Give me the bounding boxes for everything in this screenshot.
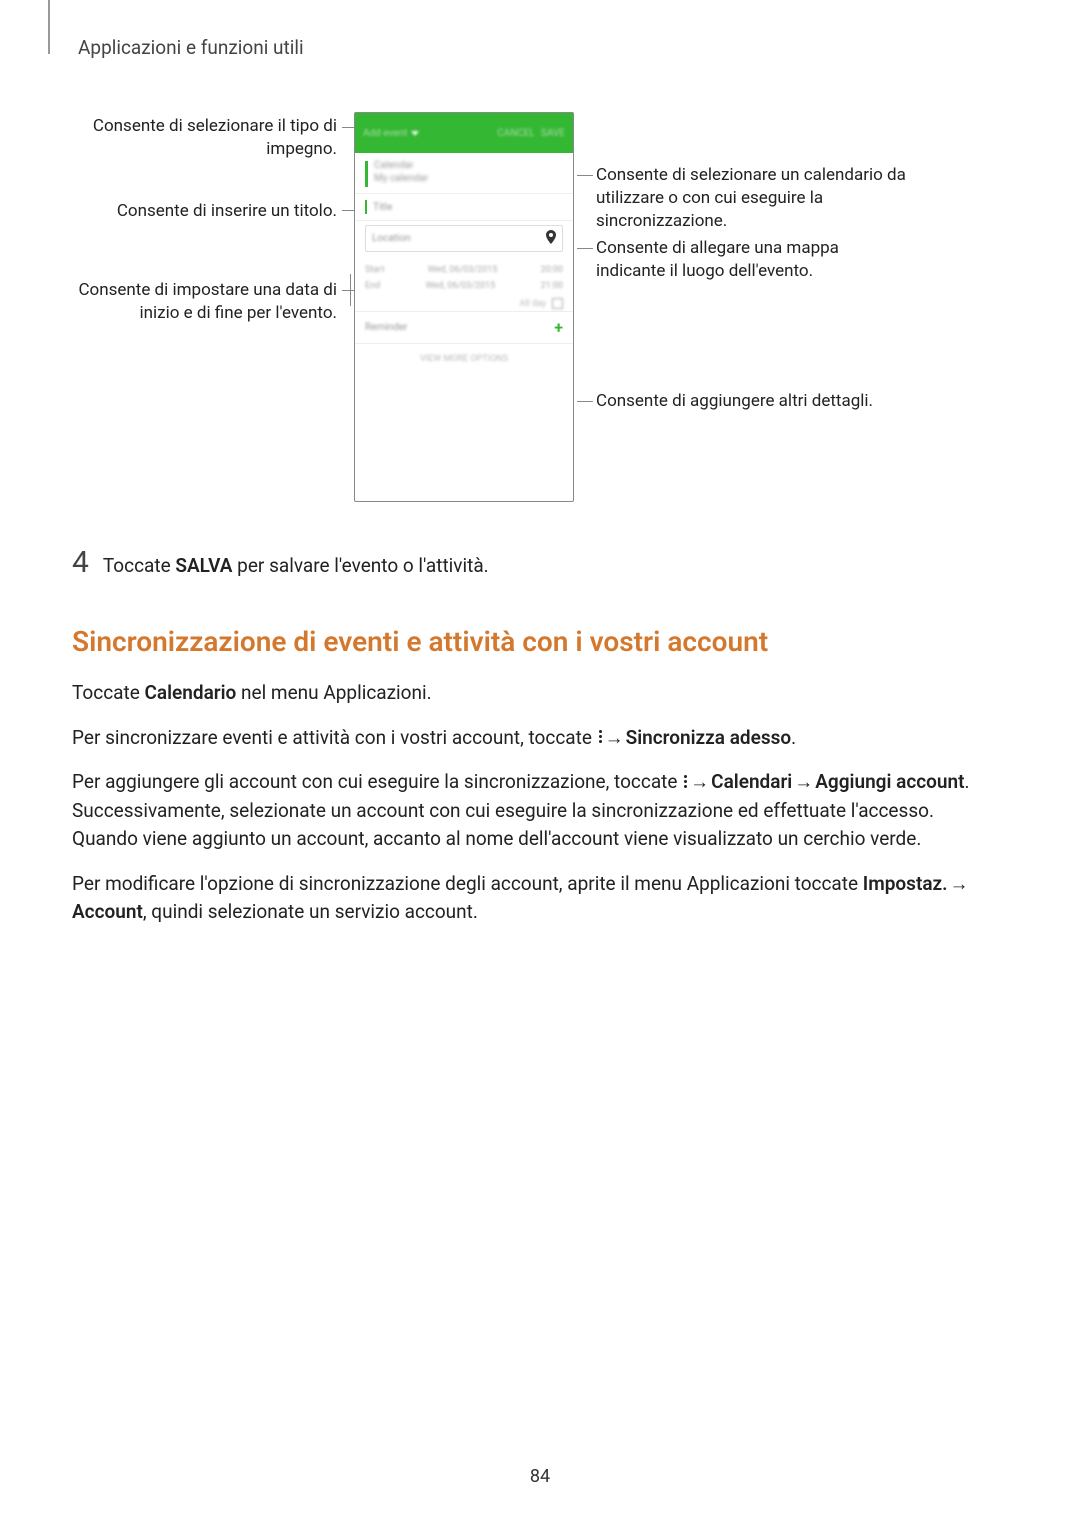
annotation-line xyxy=(577,401,593,402)
annotation-line xyxy=(342,210,354,211)
all-day-label: All day xyxy=(519,299,546,309)
more-options-icon xyxy=(682,775,688,791)
end-date: Wed, 06/03/2015 xyxy=(426,281,496,291)
more-options-icon xyxy=(597,730,603,746)
annotation-attach-map: Consente di allegare una mappa indicante… xyxy=(596,237,906,283)
chevron-down-icon xyxy=(411,131,419,136)
title-field[interactable]: Title xyxy=(355,194,573,221)
page-margin-indicator xyxy=(48,0,50,54)
annotation-select-calendar: Consente di selezionare un calendario da… xyxy=(596,164,906,233)
annotation-line xyxy=(577,248,593,249)
start-date: Wed, 06/03/2015 xyxy=(428,265,498,275)
section-heading-sync: Sincronizzazione di eventi e attività co… xyxy=(72,621,972,663)
map-pin-icon[interactable] xyxy=(546,230,556,247)
paragraph-sync-now: Per sincronizzare eventi e attività con … xyxy=(72,724,972,753)
annotation-event-type: Consente di selezionare il tipo di impeg… xyxy=(72,115,337,161)
paragraph-modify-sync-option: Per modificare l'opzione di sincronizzaz… xyxy=(72,870,972,927)
phone-screenshot: Add event CANCEL SAVE Calendar My calend… xyxy=(354,112,574,502)
step-text: Toccate SALVA per salvare l'evento o l'a… xyxy=(103,552,489,581)
cancel-button[interactable]: CANCEL xyxy=(497,128,535,139)
end-time: 21:00 xyxy=(541,281,563,291)
title-placeholder: Title xyxy=(373,201,392,214)
event-editor-diagram: Consente di selezionare il tipo di impeg… xyxy=(72,112,1008,520)
step-4: 4 Toccate SALVA per salvare l'evento o l… xyxy=(72,540,972,585)
annotation-set-dates: Consente di impostare una data di inizio… xyxy=(72,279,337,325)
page-header-breadcrumb: Applicazioni e funzioni utili xyxy=(78,36,304,59)
phone-topbar: Add event CANCEL SAVE xyxy=(355,113,573,153)
paragraph-open-calendar: Toccate Calendario nel menu Applicazioni… xyxy=(72,679,972,708)
calendar-name: Calendar xyxy=(374,159,428,172)
page-number: 84 xyxy=(0,1466,1080,1487)
annotation-line xyxy=(577,175,593,176)
end-datetime[interactable]: End Wed, 06/03/2015 21:00 xyxy=(365,278,563,294)
annotation-more-details: Consente di aggiungere altri dettagli. xyxy=(596,390,906,413)
text-cursor-icon xyxy=(365,200,367,214)
start-time: 20:00 xyxy=(541,265,563,275)
save-button[interactable]: SAVE xyxy=(541,128,565,139)
datetime-section: Start Wed, 06/03/2015 20:00 End Wed, 06/… xyxy=(355,256,573,311)
calendar-color-indicator xyxy=(365,161,368,187)
body-content: 4 Toccate SALVA per salvare l'evento o l… xyxy=(72,540,972,943)
annotation-line xyxy=(342,127,354,128)
event-type-label: Add event xyxy=(363,128,407,139)
all-day-toggle[interactable]: All day xyxy=(365,294,563,311)
view-more-options[interactable]: VIEW MORE OPTIONS xyxy=(355,344,573,374)
start-label: Start xyxy=(365,265,384,275)
event-type-dropdown[interactable]: Add event xyxy=(363,128,419,139)
paragraph-add-accounts: Per aggiungere gli account con cui esegu… xyxy=(72,768,972,854)
reminder-row[interactable]: Reminder + xyxy=(355,312,573,344)
annotation-insert-title: Consente di inserire un titolo. xyxy=(72,200,337,223)
calendar-subname: My calendar xyxy=(374,172,428,185)
calendar-selector[interactable]: Calendar My calendar xyxy=(355,153,573,194)
location-field[interactable]: Location xyxy=(365,225,563,252)
step-number: 4 xyxy=(72,540,89,585)
annotation-bracket xyxy=(350,274,351,306)
start-datetime[interactable]: Start Wed, 06/03/2015 20:00 xyxy=(365,262,563,278)
checkbox-icon[interactable] xyxy=(552,298,563,309)
location-placeholder: Location xyxy=(372,232,411,245)
annotation-line xyxy=(342,290,354,291)
end-label: End xyxy=(365,281,380,291)
add-icon[interactable]: + xyxy=(554,318,563,337)
reminder-label: Reminder xyxy=(365,321,408,334)
